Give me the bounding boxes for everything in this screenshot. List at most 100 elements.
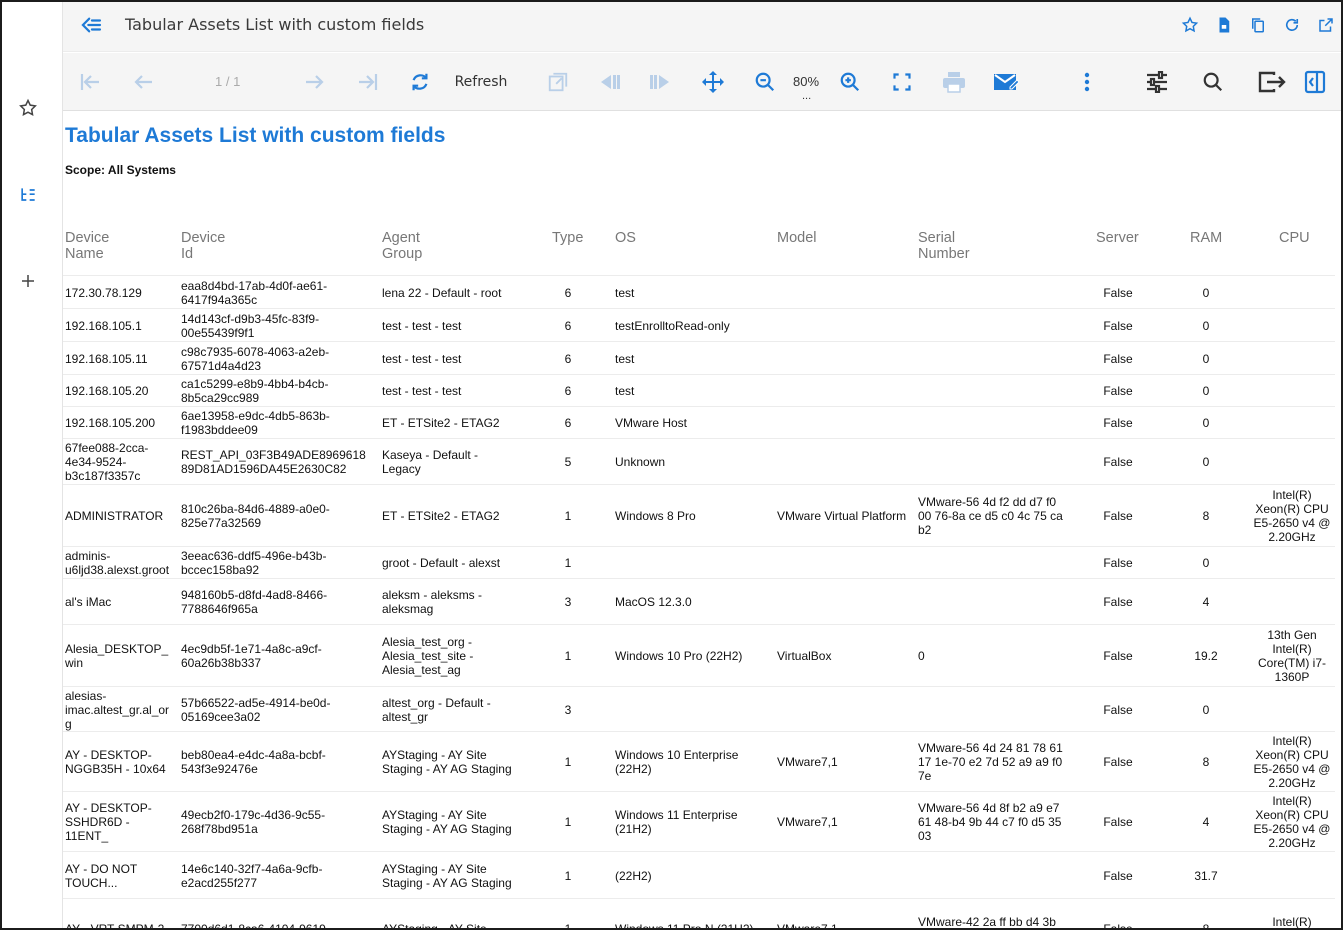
table-row[interactable]: AY - DO NOT TOUCH... 14e6c140-32f7-4a6a-9… [63, 851, 1335, 898]
table-row[interactable]: alesias- imac.altest_gr.al_or g 57b66522-… [63, 686, 1335, 731]
cell-type: 1 [543, 899, 593, 928]
cell-os: test [615, 351, 635, 366]
export-exit-icon[interactable] [1256, 68, 1288, 96]
copy-icon[interactable] [1247, 14, 1269, 36]
cell-server: False [1103, 509, 1133, 523]
refresh-icon[interactable] [406, 68, 434, 96]
email-icon[interactable] [992, 68, 1020, 96]
table-row[interactable]: 192.168.105.20 ca1c5299-e8b9-4bb4-b4cb- 8… [63, 374, 1335, 406]
refresh-button[interactable]: Refresh [451, 68, 511, 96]
cell-agent-group: test - test - test [382, 351, 462, 366]
cell-cpu [1249, 375, 1335, 407]
cell-ram: 0 [1202, 318, 1210, 333]
table-row[interactable]: 67fee088-2cca- 4e34-9524- b3c187f3357c RE… [63, 438, 1335, 484]
table-row[interactable]: AY - DESKTOP- SSHDR6D - 11ENT_ 49ecb2f0-1… [63, 791, 1335, 851]
previous-page-icon[interactable] [129, 68, 157, 96]
reload-icon[interactable] [1281, 14, 1303, 36]
save-file-icon[interactable] [1213, 14, 1235, 36]
cell-os: test [615, 285, 635, 300]
side-panel-toggle-icon[interactable] [1301, 68, 1329, 96]
cell-type: 1 [564, 868, 572, 883]
cell-agent-group: Alesia_test_org - Alesia_test_site - Ale… [382, 635, 474, 677]
cell-server: False [1103, 755, 1133, 769]
cell-os: Windows 11 Enterprise (21H2) [615, 808, 738, 836]
cell-ram: 8 [1202, 755, 1210, 769]
favorites-star-icon[interactable] [14, 94, 42, 122]
cell-model [777, 852, 917, 899]
table-row[interactable]: adminis- u6ljd38.alexst.groot 3eeac636-dd… [63, 546, 1335, 578]
cell-model [777, 579, 917, 625]
table-row[interactable]: AY - VRT-SMPM-2 -7700d6d1-8ca6-4104-9619… [63, 898, 1335, 928]
cell-ram: 0 [1202, 702, 1210, 717]
cell-ram: 8 [1171, 899, 1241, 928]
cell-server: False [1103, 649, 1133, 663]
cell-agent-group: AYStaging - AY Site Staging - AY AG Stag… [382, 861, 512, 890]
column-header-device-name: Device Name [65, 230, 110, 262]
cell-os [615, 687, 775, 732]
zoom-level[interactable]: 80% [793, 74, 819, 89]
cell-agent-group: AYStaging - AY Site [382, 899, 540, 928]
next-page-icon[interactable] [301, 68, 329, 96]
cell-cpu: 13th Gen Intel(R) Core(TM) i7- 1360P [1258, 628, 1326, 684]
cell-device-name: 192.168.105.1 [65, 318, 142, 333]
favorite-star-icon[interactable] [1179, 14, 1201, 36]
cell-device-name: 192.168.105.200 [65, 416, 156, 430]
title-bar: Tabular Assets List with custom fields [63, 2, 1341, 52]
table-row[interactable]: 192.168.105.1 14d143cf-d9b3-45fc-83f9- 00… [63, 308, 1335, 341]
table-row[interactable]: 192.168.105.200 6ae13958-e9dc-4db5-863b- … [63, 406, 1335, 438]
cell-type: 6 [564, 384, 572, 398]
pan-move-icon[interactable] [699, 68, 727, 96]
cell-ram: 0 [1202, 556, 1210, 570]
table-row[interactable]: AY - DESKTOP- NGGB35H - 10x64 beb80ea4-e4… [63, 731, 1335, 791]
tree-icon[interactable] [14, 181, 42, 209]
first-page-icon[interactable] [77, 68, 105, 96]
table-row[interactable]: 172.30.78.129 eaa8d4bd-17ab-4d0f-ae61- 64… [63, 275, 1335, 308]
cell-agent-group: ET - ETSite2 - ETAG2 [382, 509, 500, 523]
column-header-model: Model [777, 230, 817, 246]
cell-device-id: REST_API_03F3B49ADE8969618 89D81AD1596DA… [181, 448, 366, 476]
cell-cpu: Intel(R) Xeon(R) CPU E5-2650 v4 @ 2.20GH… [1253, 488, 1331, 544]
fit-page-icon[interactable] [888, 68, 916, 96]
cell-model: VMware Virtual Platform [777, 509, 907, 523]
cell-model: VirtualBox [777, 649, 832, 663]
table-row[interactable]: Alesia_DESKTOP_ win 4ec9db5f-1e71-4a8c-a9… [63, 624, 1335, 686]
title-actions [1179, 14, 1337, 36]
cell-device-name: AY - DO NOT TOUCH... [65, 861, 138, 890]
cell-device-name: AY - DESKTOP- NGGB35H - 10x64 [65, 748, 166, 776]
add-plus-icon[interactable] [14, 267, 42, 295]
cell-device-id: 49ecb2f0-179c-4d36-9c55- 268f78bd951a [181, 808, 326, 836]
more-options-icon[interactable] [1073, 68, 1101, 96]
print-icon[interactable] [940, 68, 968, 96]
column-header-device-id: Device Id [181, 230, 226, 262]
open-external-icon[interactable] [1315, 14, 1337, 36]
cell-serial-number [918, 579, 1080, 625]
cell-device-name: 192.168.105.11 [65, 351, 148, 366]
cell-device-id: 4ec9db5f-1e71-4a8c-a9cf- 60a26b38b337 [181, 642, 322, 670]
step-forward-icon[interactable] [647, 68, 675, 96]
cell-device-name: ADMINISTRATOR [65, 509, 164, 523]
table-row[interactable]: al's iMac 948160b5-d8fd-4ad8-8466- 778864… [63, 578, 1335, 624]
cell-ram: 19.2 [1194, 649, 1218, 663]
cell-device-id: 14e6c140-32f7-4a6a-9cfb- e2acd255f277 [181, 861, 323, 890]
search-icon[interactable] [1199, 68, 1227, 96]
zoom-out-icon[interactable] [751, 68, 779, 96]
parameters-sliders-icon[interactable] [1143, 68, 1171, 96]
left-nav-rail [2, 2, 63, 928]
cell-device-id: 810c26ba-84d6-4889-a0e0- 825e77a32569 [181, 502, 330, 530]
step-back-icon[interactable] [595, 68, 623, 96]
last-page-icon[interactable] [353, 68, 381, 96]
cell-serial-number [918, 375, 1080, 407]
table-row[interactable]: 192.168.105.11 c98c7935-6078-4063-a2eb- 6… [63, 341, 1335, 374]
cell-server: False [1103, 416, 1133, 430]
export-page-icon[interactable] [544, 68, 572, 96]
cell-server: False [1103, 318, 1133, 333]
back-arrow-icon[interactable] [79, 13, 103, 37]
cell-model: VMware7,1 [777, 815, 838, 829]
table-row[interactable]: ADMINISTRATOR 810c26ba-84d6-4889-a0e0- 82… [63, 484, 1335, 546]
cell-agent-group: altest_org - Default - altest_gr [382, 695, 491, 724]
cell-type: 6 [564, 416, 572, 430]
cell-serial-number: VMware-56 4d 24 81 78 61 17 1e-70 e2 7d … [918, 741, 1063, 783]
zoom-in-icon[interactable] [836, 68, 864, 96]
cell-model [777, 687, 917, 732]
zoom-more[interactable]: ... [802, 90, 811, 102]
